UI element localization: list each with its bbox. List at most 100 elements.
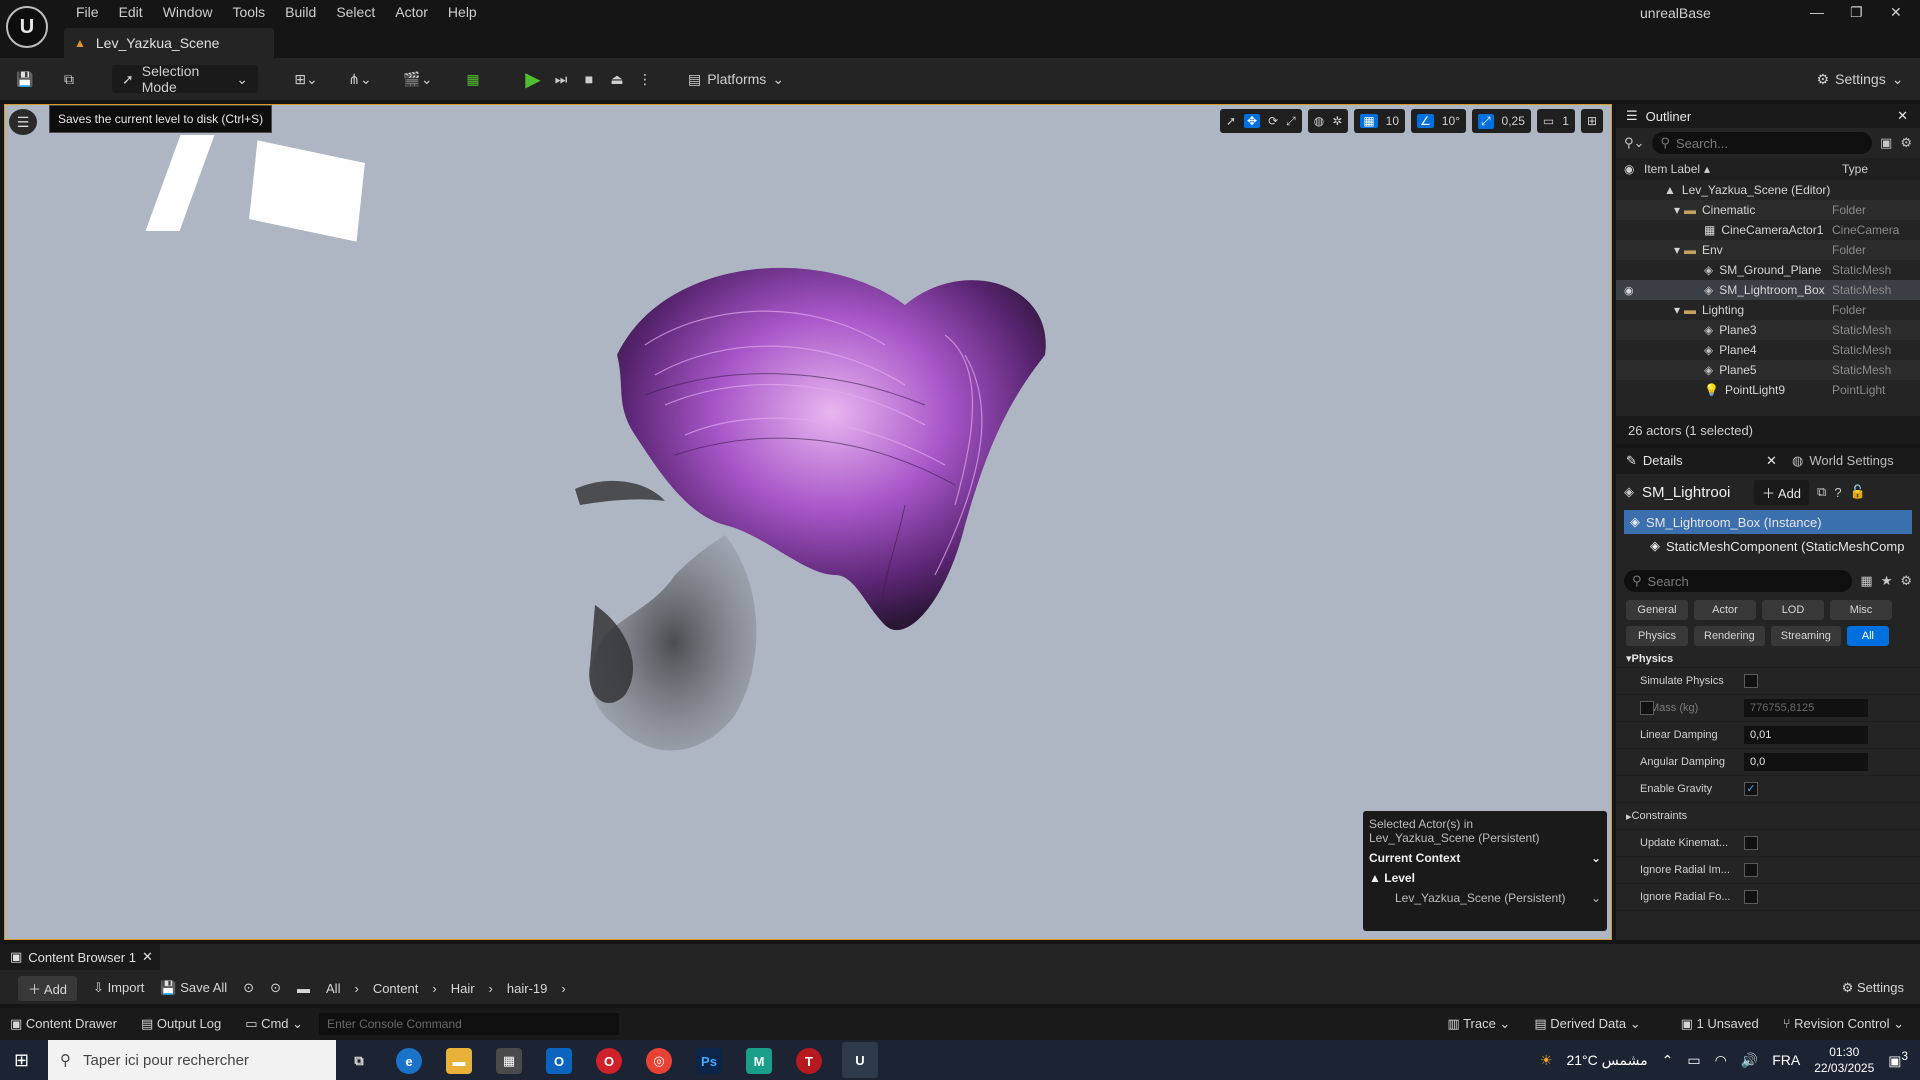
notification-icon[interactable]: ▣3 [1888,1050,1908,1070]
unreal-logo-icon[interactable]: U [6,6,48,48]
eject-icon[interactable]: ⏏ [604,65,630,93]
unsaved-button[interactable]: ▣ 1 Unsaved [1681,1016,1759,1032]
volume-icon[interactable]: 🔊 [1741,1052,1758,1069]
filter-icon[interactable]: ⚲⌄ [1624,135,1644,151]
modes-icon[interactable]: ▦ [460,65,486,93]
step-icon[interactable]: ⏭ [548,65,574,93]
file-explorer-icon[interactable]: ▬ [446,1048,472,1074]
add-folder-icon[interactable]: ▣ [1880,135,1892,151]
content-browser-tab[interactable]: ▣ Content Browser 1 ✕ [0,944,160,970]
outliner-row[interactable]: 💡 PointLight9 PointLight [1616,380,1920,400]
globe-icon[interactable]: ◍ [1314,114,1324,128]
filter-all-button[interactable]: All [1846,626,1889,646]
surface-snap-icon[interactable]: ✲ [1332,114,1342,128]
breadcrumb-item[interactable]: Hair [451,981,475,996]
visibility-icon[interactable]: ◉ [1624,284,1644,297]
filter-streaming-button[interactable]: Streaming [1770,626,1841,646]
camera-speed[interactable]: ▭ 1 [1536,109,1575,133]
chevron-right-icon[interactable]: › [561,981,565,996]
maya-icon[interactable]: M [746,1048,772,1074]
unreal-taskbar-icon[interactable]: U [842,1042,878,1078]
weather-text[interactable]: 21°C مشمس [1566,1052,1647,1069]
actor-name-field[interactable]: SM_Lightrooi [1642,484,1746,501]
settings-button[interactable]: ⚙ Settings ⌄ [1812,65,1908,93]
outliner-row[interactable]: ◈ SM_Ground_Plane StaticMesh [1616,260,1920,280]
world-settings-tab[interactable]: ◍ World Settings [1792,453,1894,469]
taskbar-search-input[interactable]: ⚲ Taper ici pour rechercher [48,1040,336,1080]
chevron-up-icon[interactable]: ⌃ [1662,1052,1674,1069]
menu-item[interactable]: Select [326,3,385,21]
blueprint-icon[interactable]: ⧉ [1817,484,1826,500]
details-tab[interactable]: ✎ Details [1616,453,1766,469]
level-tab[interactable]: ▲ Lev_Yazkua_Scene [64,28,274,58]
property-checkbox[interactable]: ✓ [1744,782,1758,796]
property-checkbox[interactable] [1744,674,1758,688]
breadcrumb-item[interactable]: All [326,981,340,996]
edge-icon[interactable]: e [396,1048,422,1074]
rotate-tool-icon[interactable]: ⟳ [1268,114,1278,128]
menu-item[interactable]: Build [275,3,326,21]
windows-start-icon[interactable]: ⊞ [14,1050,29,1071]
scale-snap[interactable]: ⤢ 0,25 [1471,109,1531,133]
outliner-search-input[interactable]: ⚲ Search... [1652,132,1873,154]
viewport-layout[interactable]: ⊞ [1580,109,1603,133]
component-row[interactable]: ◈ StaticMeshComponent (StaticMeshComp [1616,534,1920,558]
chevron-right-icon[interactable]: › [354,981,358,996]
table-view-icon[interactable]: ▦ [1860,573,1872,589]
tree-expander[interactable]: ▾ [1644,203,1684,217]
filter-general-button[interactable]: General [1626,600,1688,620]
move-tool-icon[interactable]: ✥ [1244,114,1261,128]
outliner-row[interactable]: ▦ CineCameraActor1 CineCamera [1616,220,1920,240]
save-all-button[interactable]: 💾 Save All [160,980,227,996]
add-component-button[interactable]: ＋ Add [1754,479,1810,505]
outliner-row[interactable]: ▾ ▬ Env Folder [1616,240,1920,260]
more-options-icon[interactable]: ⋮ [632,65,658,93]
outlook-icon[interactable]: O [546,1048,572,1074]
derived-data-dropdown[interactable]: ▤ Derived Data ⌄ [1534,1016,1640,1032]
trace-dropdown[interactable]: ▥ Trace ⌄ [1447,1016,1510,1032]
filter-misc-button[interactable]: Misc [1830,600,1892,620]
battery-icon[interactable]: ▭ [1687,1052,1700,1069]
revision-control-dropdown[interactable]: ⑂ Revision Control ⌄ [1783,1016,1904,1032]
menu-item[interactable]: Help [438,3,487,21]
output-log-button[interactable]: ▤ Output Log [141,1016,221,1032]
browse-level-icon[interactable]: ⧉ [56,65,82,93]
outliner-row[interactable]: ◉ ◈ SM_Lightroom_Box StaticMesh [1616,280,1920,300]
outliner-row[interactable]: ▾ ▬ Cinematic Folder [1616,200,1920,220]
filter-actor-button[interactable]: Actor [1694,600,1756,620]
console-input[interactable]: Enter Console Command [319,1013,620,1035]
restore-icon[interactable]: ❐ [1850,4,1863,21]
import-button[interactable]: ⇩ Import [93,980,144,996]
task-view-icon[interactable]: ⧉ [346,1048,372,1074]
add-actor-icon[interactable]: ⊞⌄ [286,65,326,93]
close-tab-icon[interactable]: ✕ [1897,108,1908,124]
physics-section-header[interactable]: ▾ Physics [1616,650,1920,668]
selection-mode-dropdown[interactable]: ➚ Selection Mode ⌄ [112,63,258,95]
chevron-right-icon[interactable]: › [432,981,436,996]
store-icon[interactable]: ▦ [496,1048,522,1074]
item-label-header[interactable]: Item Label [1644,162,1700,176]
instance-row[interactable]: ◈ SM_Lightroom_Box (Instance) [1624,510,1912,534]
app-icon[interactable]: T [796,1048,822,1074]
filter-rendering-button[interactable]: Rendering [1694,626,1765,646]
minimize-icon[interactable]: — [1810,4,1824,20]
menu-item[interactable]: Window [153,3,223,21]
level-dropdown[interactable]: Lev_Yazkua_Scene (Persistent) ⌄ [1369,891,1601,905]
menu-item[interactable]: Actor [385,3,438,21]
chrome-icon[interactable]: ◎ [646,1048,672,1074]
cinematics-icon[interactable]: 🎬⌄ [398,65,438,93]
filter-lod-button[interactable]: LOD [1762,600,1824,620]
help-icon[interactable]: ? [1834,485,1841,500]
outliner-row[interactable]: ◈ Plane5 StaticMesh [1616,360,1920,380]
gear-icon[interactable]: ⚙ [1900,135,1912,151]
type-header[interactable]: Type [1842,162,1912,176]
blueprint-icon[interactable]: ⋔⌄ [340,65,380,93]
details-search-input[interactable]: ⚲ Search [1624,570,1853,592]
filter-physics-button[interactable]: Physics [1626,626,1688,646]
select-tool-icon[interactable]: ➚ [1226,114,1236,128]
gear-icon[interactable]: ⚙ [1900,573,1912,589]
level-viewport[interactable]: ☰ Saves the current level to disk (Ctrl+… [4,104,1612,940]
rotation-snap[interactable]: ∠ 10° [1411,109,1466,133]
platforms-dropdown[interactable]: ▤ Platforms ⌄ [686,65,786,93]
photoshop-icon[interactable]: Ps [696,1048,722,1074]
